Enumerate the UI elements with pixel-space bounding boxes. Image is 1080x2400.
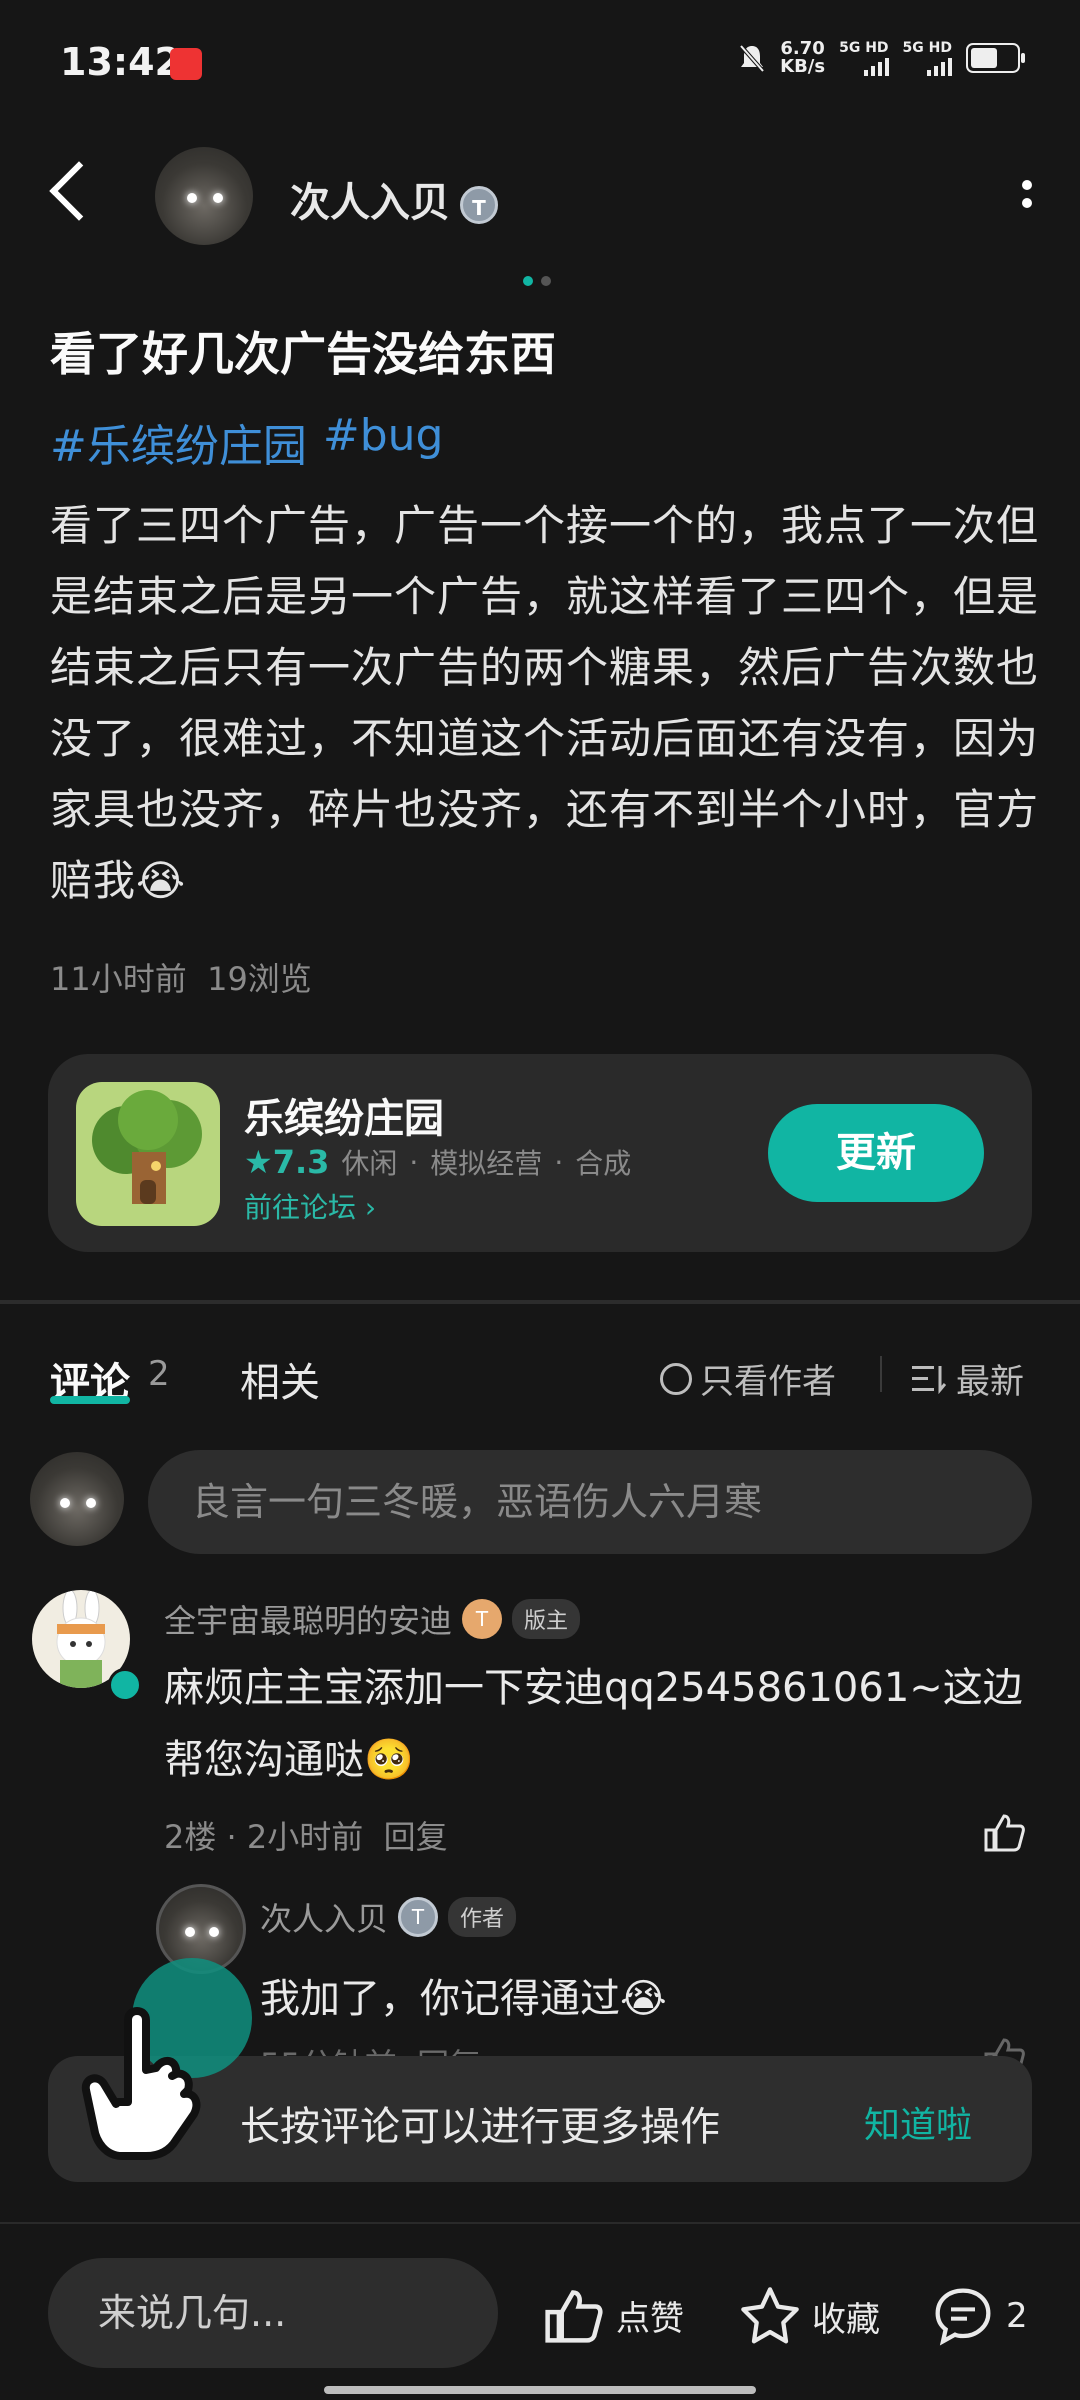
- signal-icon: 5G HD: [839, 40, 889, 76]
- sort-icon: [912, 1365, 946, 1394]
- post-tags: #乐缤纷庄园 #bug: [50, 410, 444, 474]
- favorite-button[interactable]: 收藏: [738, 2284, 880, 2348]
- comments-button[interactable]: 2: [930, 2284, 1028, 2348]
- moderator-badge: 版主: [512, 1599, 581, 1639]
- star-icon: [741, 2287, 799, 2344]
- tag-link[interactable]: #乐缤纷庄园: [50, 410, 307, 474]
- reply-button[interactable]: 回复: [384, 1818, 448, 1856]
- post-title: 看了好几次广告没给东西: [50, 327, 556, 381]
- mute-bell-icon: [739, 44, 765, 73]
- tag-link[interactable]: #bug: [323, 410, 444, 474]
- author-badge: 作者: [448, 1897, 517, 1937]
- signal-icon: 5G HD: [903, 40, 952, 76]
- divider: [0, 1300, 1080, 1304]
- status-icons: 6.70 KB/s 5G HD 5G HD: [738, 38, 1025, 77]
- page-indicator: [523, 276, 551, 286]
- back-icon[interactable]: [49, 161, 109, 221]
- bottom-comment-input[interactable]: 来说几句...: [48, 2258, 498, 2368]
- post-body: 看了三四个广告，广告一个接一个的，我点了一次但是结束之后是另一个广告，就这样看了…: [50, 501, 1040, 905]
- toast-dismiss-button[interactable]: 知道啦: [864, 2096, 972, 2148]
- comment-text[interactable]: 麻烦庄主宝添加一下安迪qq2545861061~这边帮您沟通哒🥺: [164, 1652, 1044, 1796]
- more-options-icon[interactable]: [1022, 180, 1032, 216]
- comment-icon: [935, 2288, 991, 2346]
- like-button[interactable]: 点赞: [540, 2284, 684, 2346]
- like-icon[interactable]: [982, 1810, 1026, 1854]
- level-badge: T: [460, 186, 498, 224]
- forum-link[interactable]: 前往论坛 ›: [244, 1186, 376, 1226]
- level-badge: T: [398, 1897, 439, 1937]
- app-rating: ★7.3: [244, 1143, 330, 1181]
- battery-icon: [966, 43, 1025, 73]
- sort-button[interactable]: 最新: [912, 1354, 1024, 1403]
- radio-icon: [660, 1362, 692, 1395]
- comments-count: 2: [148, 1354, 170, 1394]
- author-avatar[interactable]: [155, 147, 253, 245]
- toast-message: 长按评论可以进行更多操作: [240, 2104, 720, 2150]
- comment-input[interactable]: 良言一句三冬暖，恶语伤人六月寒: [148, 1450, 1032, 1554]
- app-name: 乐缤纷庄园: [244, 1096, 444, 1142]
- home-indicator: [324, 2386, 756, 2394]
- author-only-toggle[interactable]: 只看作者: [660, 1354, 836, 1403]
- divider: [0, 2222, 1080, 2224]
- update-button[interactable]: 更新: [768, 1104, 984, 1202]
- hand-pointer-icon: [81, 2007, 201, 2160]
- net-speed: 6.70 KB/s: [780, 38, 826, 77]
- divider: [880, 1356, 882, 1392]
- app-notification-icon: [170, 48, 202, 80]
- my-avatar: [30, 1452, 124, 1546]
- like-icon: [545, 2290, 603, 2343]
- verified-icon: [108, 1668, 142, 1702]
- author-name[interactable]: 次人入贝 T: [290, 170, 498, 228]
- commenter-name[interactable]: 全宇宙最聪明的安迪 T 版主: [164, 1596, 581, 1642]
- level-badge: T: [462, 1599, 503, 1639]
- post-meta: 11小时前 19浏览: [50, 960, 312, 998]
- comment-meta: 2楼 · 2小时前 回复: [164, 1818, 448, 1856]
- app-icon[interactable]: [76, 1082, 220, 1226]
- reply-text[interactable]: 我加了，你记得通过😭: [260, 1966, 667, 2024]
- reply-author-name[interactable]: 次人入贝 T 作者: [260, 1894, 517, 1940]
- tab-related[interactable]: 相关: [240, 1350, 320, 1408]
- tab-indicator: [50, 1396, 130, 1404]
- app-meta: ★7.3 休闲 · 模拟经营 · 合成: [244, 1143, 632, 1181]
- status-time: 13:42: [60, 40, 181, 84]
